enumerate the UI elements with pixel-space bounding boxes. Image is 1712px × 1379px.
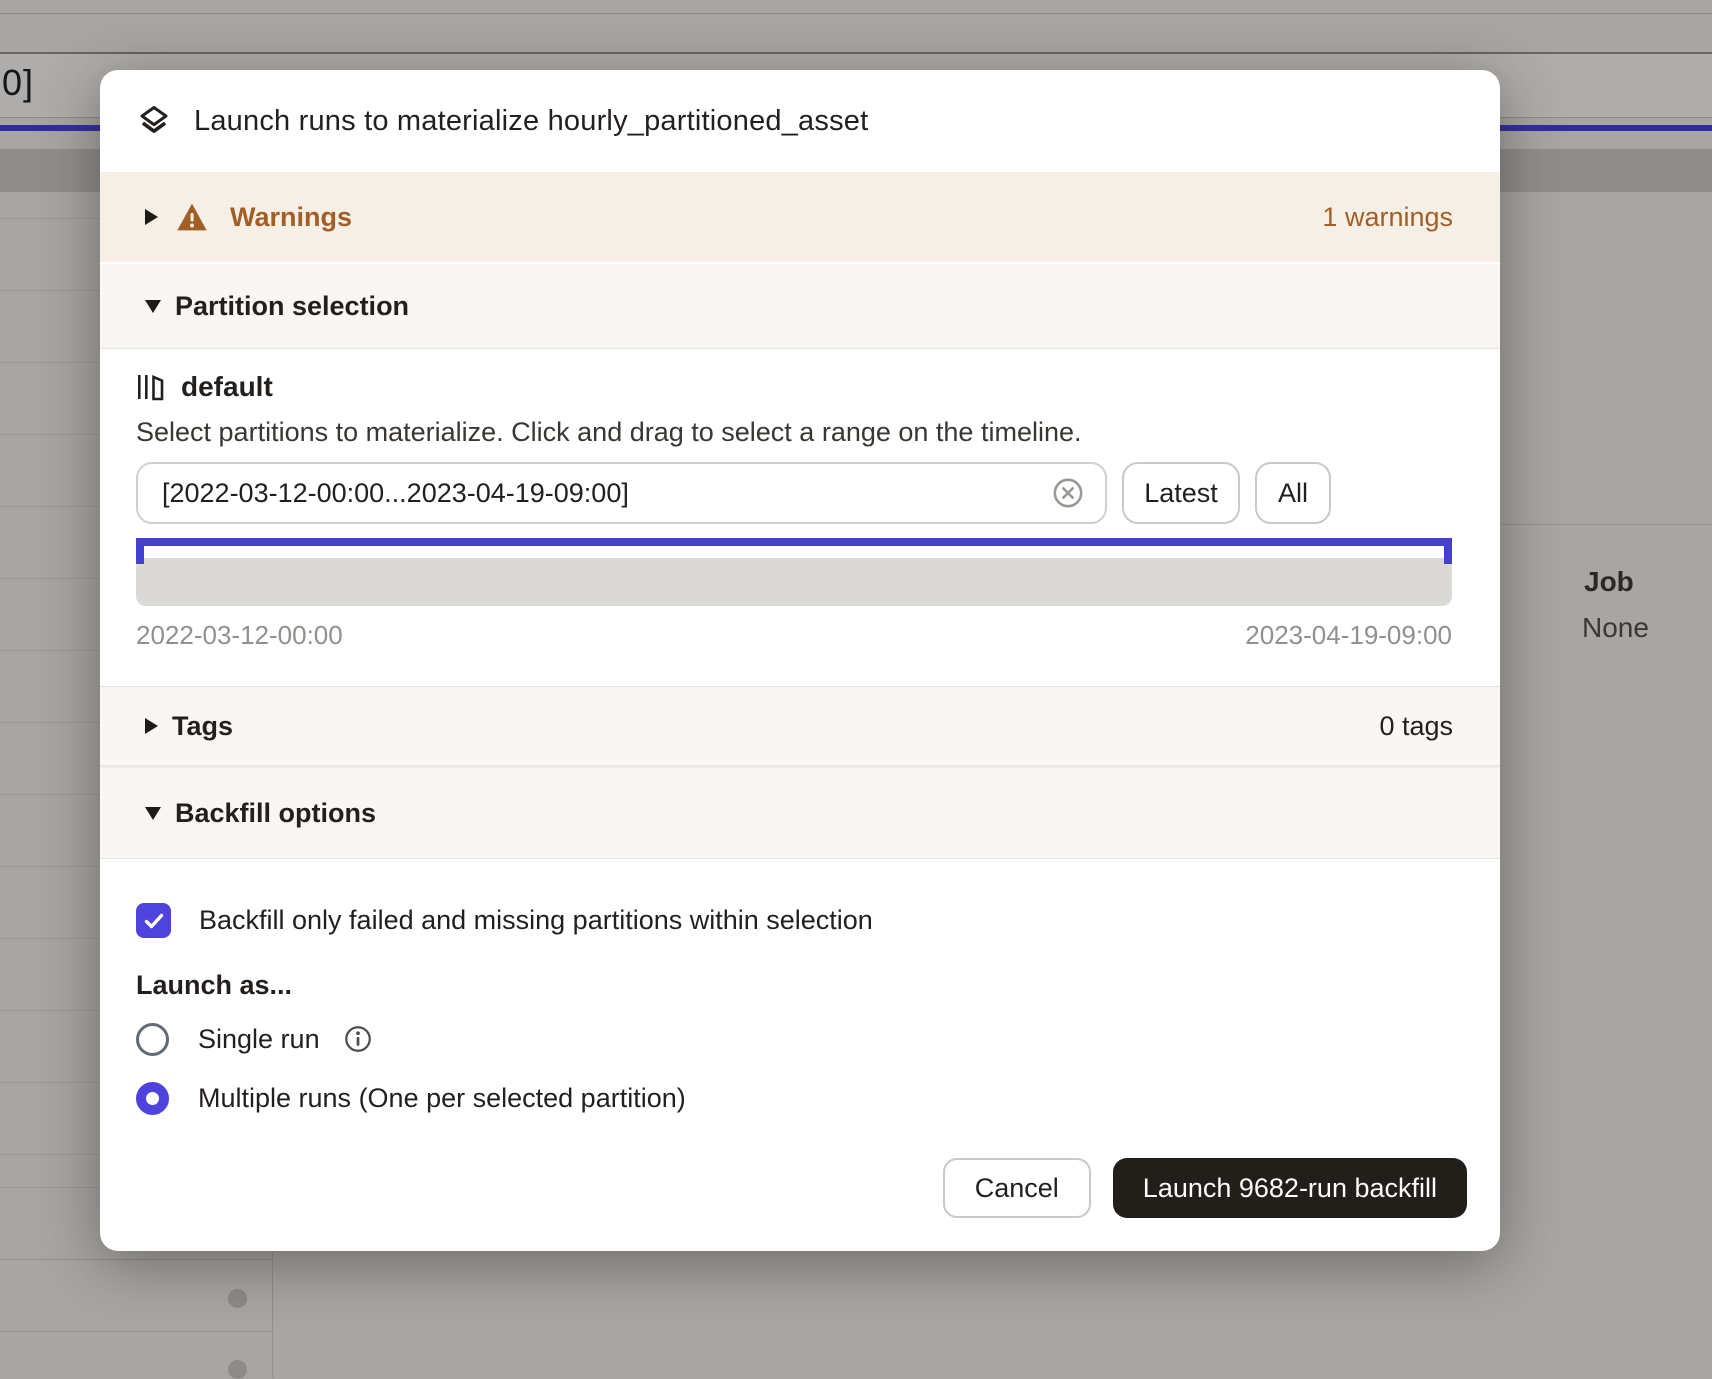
single-run-radio[interactable]: Single run [136,1018,1456,1060]
bg-partial-input-text: 0] [2,62,34,104]
bg-table-row-line [0,1259,272,1260]
bg-table-row-line [0,866,100,867]
partition-selection-header: Partition selection [175,291,409,322]
warnings-label: Warnings [230,202,352,233]
bg-table-row-line [0,650,100,651]
backfill-only-failed-checkbox[interactable]: Backfill only failed and missing partiti… [136,903,1456,938]
partition-dimension-row: default [136,367,1452,407]
tags-count: 0 tags [1379,711,1453,742]
partition-input-row: Latest All [136,462,1452,524]
partition-selection-body: default Select partitions to materialize… [100,349,1500,686]
single-run-label: Single run [198,1024,320,1055]
warnings-section-toggle[interactable]: Warnings 1 warnings [100,172,1500,262]
chevron-right-icon [145,718,158,734]
bg-job-column-header: Job [1584,566,1634,598]
bg-status-dot [228,1360,247,1379]
bg-table-row-line [0,578,100,579]
launch-backfill-dialog: Launch runs to materialize hourly_partit… [100,70,1500,1251]
backfill-options-header: Backfill options [175,798,376,829]
dialog-footer: Cancel Launch 9682-run backfill [100,1088,1500,1251]
bg-table-row-line [0,722,100,723]
clear-input-icon[interactable] [1051,476,1085,510]
launch-as-label: Launch as... [136,970,1456,1001]
materialize-layers-icon [136,103,172,139]
timeline-start-label: 2022-03-12-00:00 [136,620,343,651]
checkbox-checked-icon [136,903,171,938]
warning-triangle-icon [176,202,208,232]
checkbox-label: Backfill only failed and missing partiti… [199,905,873,936]
latest-button[interactable]: Latest [1122,462,1240,524]
bg-table-row-line [0,1331,272,1332]
bg-table-row-line [0,362,100,363]
bg-table-row-line [0,938,100,939]
bg-table-row-line [0,506,100,507]
bg-table-row-line [0,218,100,219]
partition-range-field [136,462,1107,524]
bg-table-row-line [0,1154,100,1155]
bg-table-row-line [0,1082,100,1083]
partition-instruction: Select partitions to materialize. Click … [136,415,1452,449]
dialog-titlebar: Launch runs to materialize hourly_partit… [100,70,1500,172]
radio-unselected-icon [136,1023,169,1056]
bg-column-divider [272,1250,273,1378]
chevron-down-icon [145,807,161,820]
tags-header-label: Tags [172,711,233,742]
bg-status-dot [228,1289,247,1308]
bg-row-divider [0,13,1712,14]
bg-table-row-line [0,1010,100,1011]
timeline-end-label: 2023-04-19-09:00 [1245,620,1452,651]
timeline-labels: 2022-03-12-00:00 2023-04-19-09:00 [136,620,1452,651]
partition-timeline[interactable] [136,558,1452,606]
partition-selection-toggle[interactable]: Partition selection [100,262,1500,349]
info-icon[interactable] [343,1024,373,1054]
bg-right-panel-divider [1500,524,1712,525]
backfill-options-body: Backfill only failed and missing partiti… [100,859,1500,1088]
partition-dimension-icon [136,372,164,402]
bg-table-row-line [0,434,100,435]
chevron-down-icon [145,300,161,313]
tags-section-toggle[interactable]: Tags 0 tags [100,686,1500,766]
selection-range-bracket [136,538,1452,546]
bg-job-column-value: None [1582,612,1649,644]
launch-backfill-button[interactable]: Launch 9682-run backfill [1113,1158,1467,1218]
partition-dimension-name: default [181,371,273,403]
all-button[interactable]: All [1255,462,1331,524]
bg-table-row-line [0,1187,100,1188]
bg-table-row-line [0,290,100,291]
dialog-title: Launch runs to materialize hourly_partit… [194,105,868,138]
partition-range-input[interactable] [162,478,1041,509]
warnings-count: 1 warnings [1322,202,1453,233]
bg-table-row-line [0,794,100,795]
cancel-button[interactable]: Cancel [943,1158,1091,1218]
chevron-right-icon [145,209,158,225]
backfill-options-toggle[interactable]: Backfill options [100,766,1500,859]
